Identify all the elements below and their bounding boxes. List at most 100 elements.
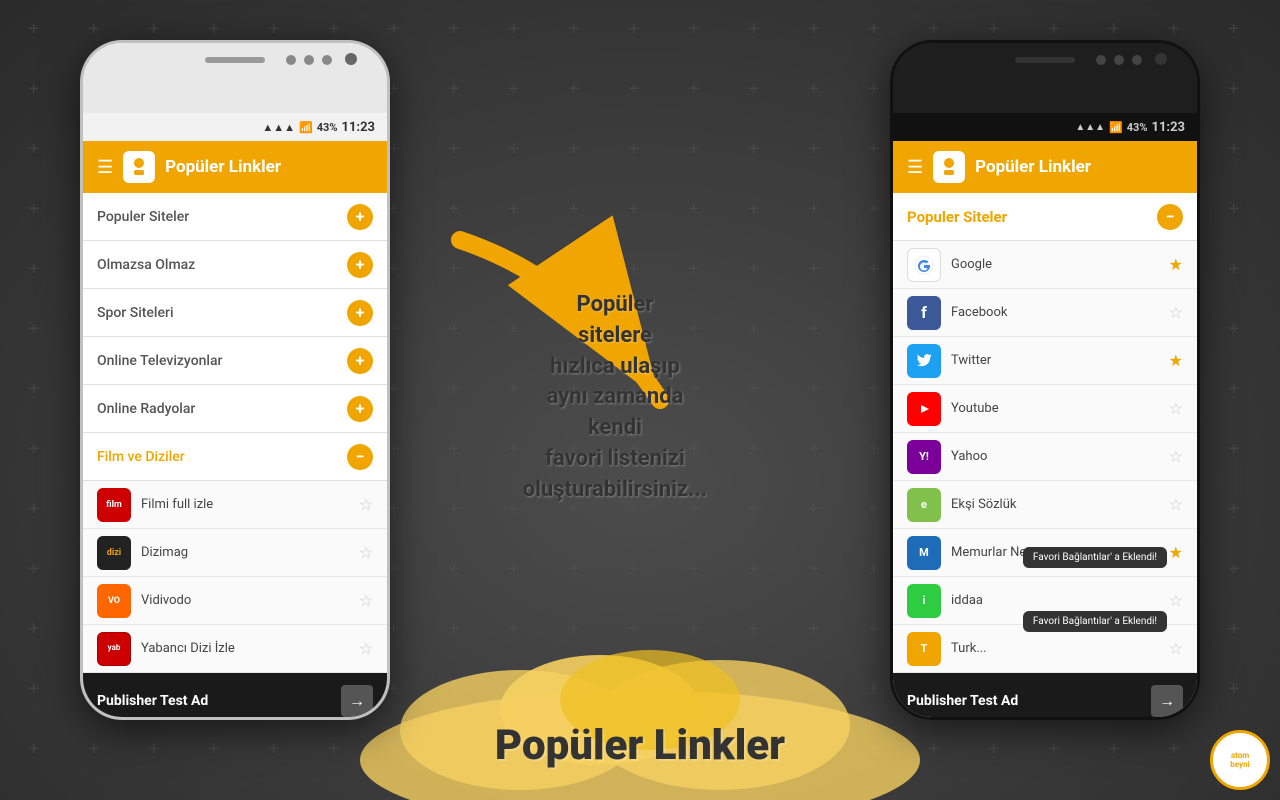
left-phone: ▲▲▲ 📶 43% 11:23 ☰ Popüler Linkler Popule… — [80, 40, 390, 720]
left-screen: ▲▲▲ 📶 43% 11:23 ☰ Popüler Linkler Popule… — [83, 113, 387, 720]
right-header-title: Popüler Linkler — [975, 157, 1091, 177]
phone-buttons — [286, 55, 332, 65]
right-site-facebook-name: Facebook — [951, 305, 1159, 320]
left-site-yabanci-star[interactable]: ☆ — [359, 639, 373, 658]
right-status-icons: ▲▲▲ 📶 43% 11:23 — [1075, 120, 1185, 135]
right-site-yahoo-name: Yahoo — [951, 449, 1159, 464]
left-status-icons: ▲▲▲ 📶 43% 11:23 — [262, 120, 375, 135]
left-site-filmi-icon: film — [97, 488, 131, 522]
right-site-youtube-icon — [907, 392, 941, 426]
right-signal-icon: ▲▲▲ — [1075, 122, 1105, 133]
left-site-dizimag-star[interactable]: ☆ — [359, 543, 373, 562]
left-ad-banner[interactable]: Publisher Test Ad → — [83, 673, 387, 720]
right-cat-populer-label: Populer Siteler — [907, 208, 1007, 226]
right-tooltip: Favori Bağlantılar' a Eklendi! — [1023, 611, 1167, 632]
left-site-yabanci-name: Yabancı Dizi İzle — [141, 641, 349, 656]
right-site-youtube-name: Youtube — [951, 401, 1159, 416]
right-screen: ▲▲▲ 📶 43% 11:23 ☰ Popüler Linkler Popule… — [893, 113, 1197, 720]
right-site-twitter[interactable]: Twitter ★ — [893, 337, 1197, 385]
watermark: atombeyni — [1210, 730, 1270, 790]
right-site-iddaa-name: iddaa — [951, 593, 1159, 608]
right-cat-populer-header[interactable]: Populer Siteler − — [893, 193, 1197, 241]
right-phone-btn-1 — [1096, 55, 1106, 65]
left-site-vidivodo[interactable]: VO Vidivodo ☆ — [83, 577, 387, 625]
right-site-twitter-star[interactable]: ★ — [1169, 351, 1183, 370]
left-battery-label: 43% — [317, 121, 338, 134]
right-site-youtube-star[interactable]: ☆ — [1169, 399, 1183, 418]
left-header-logo — [123, 151, 155, 183]
left-ad-arrow[interactable]: → — [341, 685, 373, 717]
left-cat-olmazsa-label: Olmazsa Olmaz — [97, 257, 195, 273]
right-site-yahoo-icon: Y! — [907, 440, 941, 474]
left-site-filmi[interactable]: film Filmi full izle ☆ — [83, 481, 387, 529]
right-site-google-star[interactable]: ★ — [1169, 255, 1183, 274]
left-cat-populer-btn[interactable]: + — [347, 204, 373, 230]
right-phone-btn-2 — [1114, 55, 1124, 65]
right-hamburger-icon[interactable]: ☰ — [907, 157, 923, 178]
right-sites-list: Google ★ f Facebook ☆ Twitter ★ — [893, 241, 1197, 673]
right-cat-populer-btn[interactable]: − — [1157, 204, 1183, 230]
right-site-facebook[interactable]: f Facebook ☆ — [893, 289, 1197, 337]
right-site-turk-star[interactable]: ☆ — [1169, 639, 1183, 658]
right-site-twitter-name: Twitter — [951, 353, 1159, 368]
right-site-facebook-icon: f — [907, 296, 941, 330]
right-site-google[interactable]: Google ★ — [893, 241, 1197, 289]
right-phone-btn-3 — [1132, 55, 1142, 65]
right-phone: ▲▲▲ 📶 43% 11:23 ☰ Popüler Linkler Popule… — [890, 40, 1200, 720]
left-site-dizimag-name: Dizimag — [141, 545, 349, 560]
right-site-memurlar-star[interactable]: ★ — [1169, 543, 1183, 562]
right-phone-speaker — [1015, 57, 1075, 63]
left-cat-olmazsa[interactable]: Olmazsa Olmaz + — [83, 241, 387, 289]
right-site-google-icon — [907, 248, 941, 282]
left-cat-spor-btn[interactable]: + — [347, 300, 373, 326]
left-phone-top — [83, 43, 387, 113]
right-battery-label: 43% — [1127, 121, 1148, 134]
right-site-twitter-icon — [907, 344, 941, 378]
right-site-iddaa-star[interactable]: ☆ — [1169, 591, 1183, 610]
left-site-vidivodo-star[interactable]: ☆ — [359, 591, 373, 610]
phone-btn-1 — [286, 55, 296, 65]
phone-btn-2 — [304, 55, 314, 65]
phone-btn-3 — [322, 55, 332, 65]
left-cat-film-label: Film ve Diziler — [97, 449, 185, 465]
right-app-header: ☰ Popüler Linkler — [893, 141, 1197, 193]
right-phone-body: ▲▲▲ 📶 43% 11:23 ☰ Popüler Linkler Popule… — [890, 40, 1200, 720]
right-site-yahoo[interactable]: Y! Yahoo ☆ — [893, 433, 1197, 481]
right-header-logo — [933, 151, 965, 183]
left-cat-tv-btn[interactable]: + — [347, 348, 373, 374]
right-site-youtube[interactable]: Youtube ☆ — [893, 385, 1197, 433]
left-site-vidivodo-name: Vidivodo — [141, 593, 349, 608]
right-site-eksi[interactable]: e Ekşi Sözlük ☆ — [893, 481, 1197, 529]
left-site-dizimag[interactable]: dizi Dizimag ☆ — [83, 529, 387, 577]
left-time: 11:23 — [342, 120, 376, 135]
right-ad-banner[interactable]: Publisher Test Ad → — [893, 673, 1197, 720]
left-site-filmi-name: Filmi full izle — [141, 497, 349, 512]
left-cat-spor-label: Spor Siteleri — [97, 305, 174, 321]
left-site-yabanci[interactable]: yab Yabancı Dizi İzle ☆ — [83, 625, 387, 673]
left-cat-tv[interactable]: Online Televizyonlar + — [83, 337, 387, 385]
right-time: 11:23 — [1152, 120, 1186, 135]
left-cat-film-btn[interactable]: − — [347, 444, 373, 470]
right-ad-arrow[interactable]: → — [1151, 685, 1183, 717]
cloud-decoration — [340, 620, 940, 800]
left-wifi-icon: 📶 — [299, 121, 313, 134]
left-app-header: ☰ Popüler Linkler — [83, 141, 387, 193]
center-description: Popüler sitelere hızlıca ulaşıp aynı zam… — [490, 290, 740, 506]
left-cat-spor[interactable]: Spor Siteleri + — [83, 289, 387, 337]
left-cat-populer[interactable]: Populer Siteler + — [83, 193, 387, 241]
tooltip-bubble: Favori Bağlantılar' a Eklendi! — [1023, 547, 1167, 568]
left-cat-olmazsa-btn[interactable]: + — [347, 252, 373, 278]
left-site-vidivodo-icon: VO — [97, 584, 131, 618]
right-site-memurlar-icon: M — [907, 536, 941, 570]
right-phone-camera — [1155, 53, 1167, 65]
right-phone-top — [893, 43, 1197, 113]
left-cat-radio-btn[interactable]: + — [347, 396, 373, 422]
right-site-eksi-star[interactable]: ☆ — [1169, 495, 1183, 514]
right-site-facebook-star[interactable]: ☆ — [1169, 303, 1183, 322]
left-cat-film[interactable]: Film ve Diziler − — [83, 433, 387, 481]
right-site-turk[interactable]: T Turk... ☆ Favori Bağlantılar' a Eklend… — [893, 625, 1197, 673]
left-cat-radio[interactable]: Online Radyolar + — [83, 385, 387, 433]
left-site-filmi-star[interactable]: ☆ — [359, 495, 373, 514]
right-site-yahoo-star[interactable]: ☆ — [1169, 447, 1183, 466]
left-hamburger-icon[interactable]: ☰ — [97, 157, 113, 178]
